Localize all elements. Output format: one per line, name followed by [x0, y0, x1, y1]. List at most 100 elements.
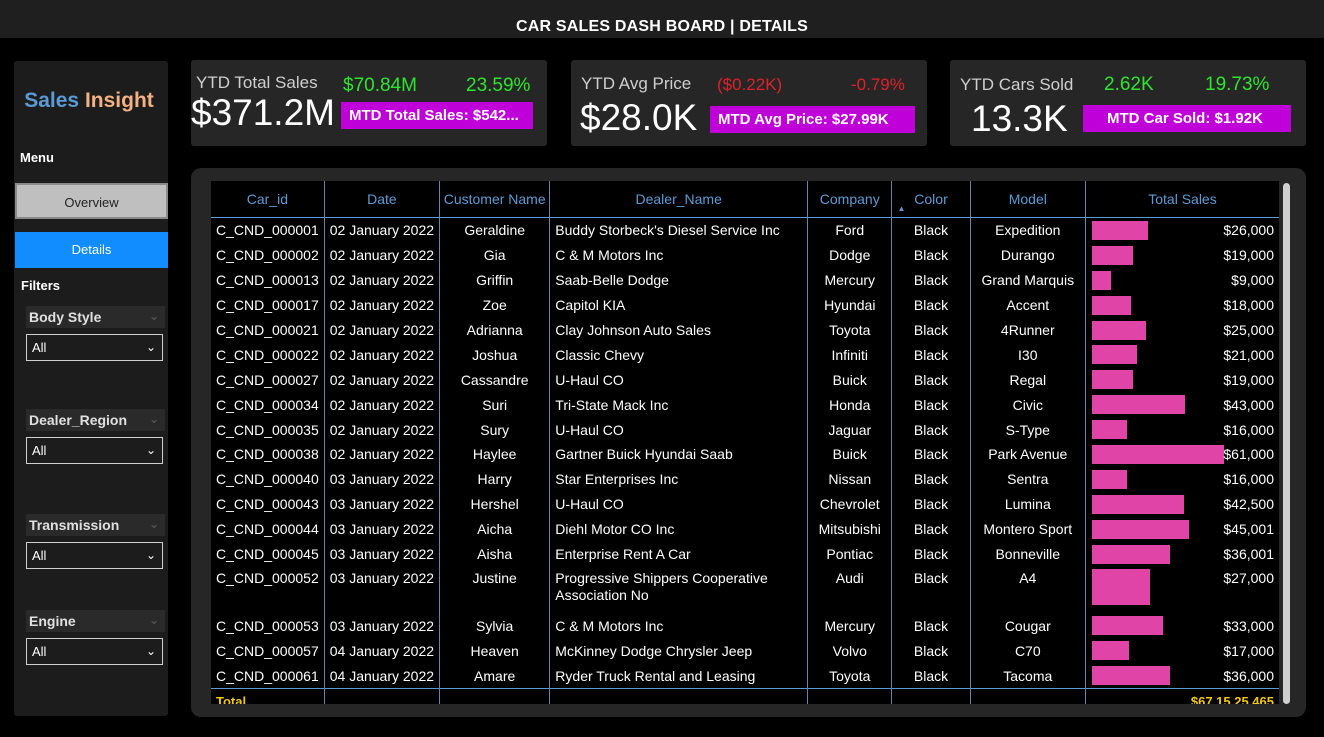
cell-color: Black	[891, 638, 971, 664]
cell-dealer-name: Gartner Buick Hyundai Saab	[549, 442, 809, 467]
table-row[interactable]: C_CND_000057 04 January 2022 Heaven McKinne…	[211, 638, 1279, 664]
cell-company: Buick	[807, 442, 893, 467]
cell-customer-name: Geraldine	[439, 217, 551, 243]
kpi-value: $28.0K	[580, 97, 698, 138]
chevron-down-icon: ⌄	[145, 644, 156, 658]
cell-car-id: C_CND_000017	[211, 292, 325, 318]
table-scrollbar-thumb[interactable]	[1283, 183, 1290, 704]
sales-bar	[1091, 345, 1137, 365]
overview-button[interactable]: Overview	[15, 183, 168, 219]
cell-customer-name: Haylee	[439, 442, 551, 467]
mtd-badge: MTD Total Sales: $542...	[341, 102, 533, 129]
table-row[interactable]: C_CND_000043 03 January 2022 Hershel U-Haul…	[211, 491, 1279, 517]
table-row[interactable]: C_CND_000022 02 January 2022 Joshua Classic…	[211, 342, 1279, 368]
table-row[interactable]: C_CND_000053 03 January 2022 Sylvia C & M M…	[211, 613, 1279, 639]
table-row[interactable]: C_CND_000001 02 January 2022 Geraldine Budd…	[211, 217, 1279, 243]
cell-color: Black	[891, 242, 971, 268]
kpi-delta-pct: 23.59%	[466, 75, 531, 96]
cell-car-id: C_CND_000002	[211, 242, 325, 268]
cell-color: Black	[891, 466, 971, 492]
cell-customer-name: Cassandre	[439, 367, 551, 393]
sales-bar	[1091, 569, 1150, 606]
cell-customer-name: Aicha	[439, 516, 551, 542]
table-row[interactable]: C_CND_000021 02 January 2022 Adrianna Clay …	[211, 317, 1279, 343]
cell-total-sales: $17,000	[1085, 638, 1279, 663]
kpi-delta-pct: -0.79%	[851, 75, 905, 94]
menu-label: Menu	[20, 150, 54, 165]
cell-dealer-name: U-Haul CO	[549, 367, 809, 393]
table-row[interactable]: C_CND_000027 02 January 2022 Cassandre U-Ha…	[211, 367, 1279, 393]
details-table[interactable]: Car_id Date Customer Name Dealer_Name Co…	[211, 181, 1279, 704]
cell-total-sales: $45,001	[1085, 517, 1279, 542]
cell-model: Lumina	[970, 491, 1086, 517]
cell-total-sales: $36,001	[1085, 542, 1279, 567]
sales-value: $19,000	[1223, 247, 1274, 264]
table-row[interactable]: C_CND_000034 02 January 2022 Suri Tri-State…	[211, 392, 1279, 418]
cell-company: Hyundai	[807, 292, 893, 318]
slicer-title-text: Dealer_Region	[29, 412, 128, 428]
cell-dealer-name: Buddy Storbeck's Diesel Service Inc	[549, 217, 809, 243]
cell-date: 02 January 2022	[324, 417, 441, 443]
cell-car-id: C_CND_000034	[211, 392, 325, 418]
column-header-model[interactable]: Model	[970, 181, 1086, 218]
cell-company: Buick	[807, 367, 893, 393]
cell-total-sales: $19,000	[1085, 243, 1279, 268]
cell-customer-name: Adrianna	[439, 317, 551, 343]
cell-date: 02 January 2022	[324, 292, 441, 318]
cell-customer-name: Hershel	[439, 491, 551, 517]
dropdown-value: All	[32, 644, 47, 659]
cell-date: 03 January 2022	[324, 613, 441, 639]
chevron-down-icon[interactable]: ⌄	[149, 305, 159, 327]
sales-bar	[1091, 445, 1224, 465]
cell-company: Jaguar	[807, 417, 893, 443]
table-row[interactable]: C_CND_000035 02 January 2022 Sury U-Haul CO…	[211, 417, 1279, 443]
cell-car-id: C_CND_000001	[211, 217, 325, 243]
table-row[interactable]: C_CND_000061 04 January 2022 Amare Ryder Tr…	[211, 663, 1279, 689]
column-header-color[interactable]: Color ▲	[891, 181, 971, 218]
cell-total-sales: $42,500	[1085, 492, 1279, 517]
cell-customer-name: Amare	[439, 663, 551, 689]
table-row[interactable]: C_CND_000044 03 January 2022 Aicha Diehl Mo…	[211, 516, 1279, 542]
cell-model: Tacoma	[970, 663, 1086, 689]
cell-color: Black	[891, 317, 971, 343]
engine-dropdown[interactable]: All ⌄	[26, 638, 163, 665]
transmission-dropdown[interactable]: All ⌄	[26, 542, 163, 569]
cell-car-id: C_CND_000040	[211, 466, 325, 492]
chevron-down-icon[interactable]: ⌄	[149, 609, 159, 631]
cell-total-sales: $16,000	[1085, 417, 1279, 442]
column-header-dealer-name[interactable]: Dealer_Name	[549, 181, 809, 218]
table-row[interactable]: C_CND_000052 03 January 2022 Justine Progre…	[211, 566, 1279, 614]
table-row[interactable]: C_CND_000002 02 January 2022 Gia C & M Moto…	[211, 242, 1279, 268]
column-header-customer-name[interactable]: Customer Name	[439, 181, 551, 218]
sales-value: $21,000	[1223, 346, 1274, 363]
table-row[interactable]: C_CND_000038 02 January 2022 Haylee Gartner…	[211, 442, 1279, 467]
slicer-title: Engine ⌄	[26, 610, 165, 632]
table-header-row: Car_id Date Customer Name Dealer_Name Co…	[211, 181, 1279, 218]
cell-car-id: C_CND_000021	[211, 317, 325, 343]
sidebar: Sales Insight Menu Overview Details Filt…	[14, 61, 168, 716]
column-header-total-sales[interactable]: Total Sales	[1085, 181, 1279, 218]
dealer-region-dropdown[interactable]: All ⌄	[26, 437, 163, 464]
slicer-title: Transmission ⌄	[26, 514, 165, 536]
cell-car-id: C_CND_000027	[211, 367, 325, 393]
body-style-dropdown[interactable]: All ⌄	[26, 334, 163, 361]
table-row[interactable]: C_CND_000045 03 January 2022 Aisha Enterpri…	[211, 541, 1279, 567]
table-row[interactable]: C_CND_000013 02 January 2022 Griffin Saab-B…	[211, 267, 1279, 293]
column-header-company[interactable]: Company	[807, 181, 893, 218]
details-button[interactable]: Details	[15, 232, 168, 268]
chevron-down-icon[interactable]: ⌄	[149, 513, 159, 535]
transmission-slicer: Transmission ⌄ All ⌄	[26, 514, 165, 569]
body-style-slicer: Body Style ⌄ All ⌄	[26, 306, 165, 361]
chevron-down-icon[interactable]: ⌄	[149, 408, 159, 430]
table-row[interactable]: C_CND_000017 02 January 2022 Zoe Capitol KI…	[211, 292, 1279, 318]
table-row[interactable]: C_CND_000040 03 January 2022 Harry Star Ent…	[211, 466, 1279, 492]
total-empty-cell	[324, 688, 441, 704]
chevron-down-icon: ⌄	[145, 443, 156, 457]
column-header-date[interactable]: Date	[324, 181, 441, 218]
sales-value: $61,000	[1223, 446, 1274, 463]
column-header-car-id[interactable]: Car_id	[211, 181, 325, 218]
cell-color: Black	[891, 267, 971, 293]
cell-customer-name: Griffin	[439, 267, 551, 293]
cell-customer-name: Joshua	[439, 342, 551, 368]
cell-dealer-name: U-Haul CO	[549, 417, 809, 443]
